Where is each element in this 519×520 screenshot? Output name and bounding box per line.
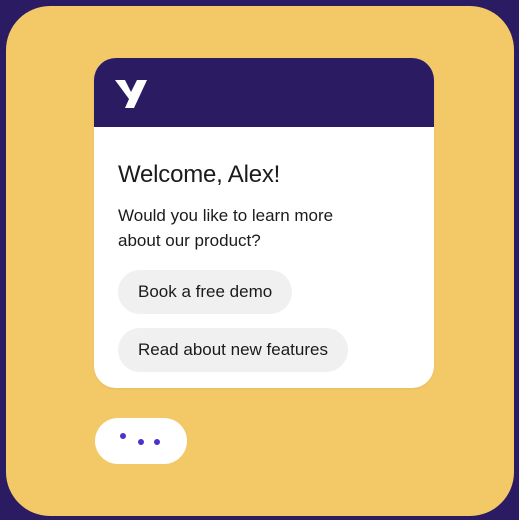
greeting-heading: Welcome, Alex! — [118, 161, 281, 188]
typing-dot-icon — [138, 439, 144, 445]
book-demo-button[interactable]: Book a free demo — [118, 270, 293, 314]
chat-header — [94, 58, 434, 127]
typing-dot-icon — [154, 439, 160, 445]
typing-dot-icon — [120, 433, 126, 439]
read-features-button[interactable]: Read about new features — [118, 328, 348, 372]
typing-indicator-bubble — [95, 418, 187, 464]
chat-widget-preview: Welcome, Alex! Would you like to learn m… — [0, 0, 519, 520]
chat-body: Welcome, Alex! Would you like to learn m… — [94, 127, 434, 372]
chat-message-card: Welcome, Alex! Would you like to learn m… — [94, 58, 434, 388]
brand-logo-icon — [115, 80, 147, 108]
choice-list-item: Read about new features — [118, 314, 410, 372]
question-text: Would you like to learn more about our p… — [118, 206, 334, 250]
choice-list: Book a free demo — [118, 253, 410, 314]
